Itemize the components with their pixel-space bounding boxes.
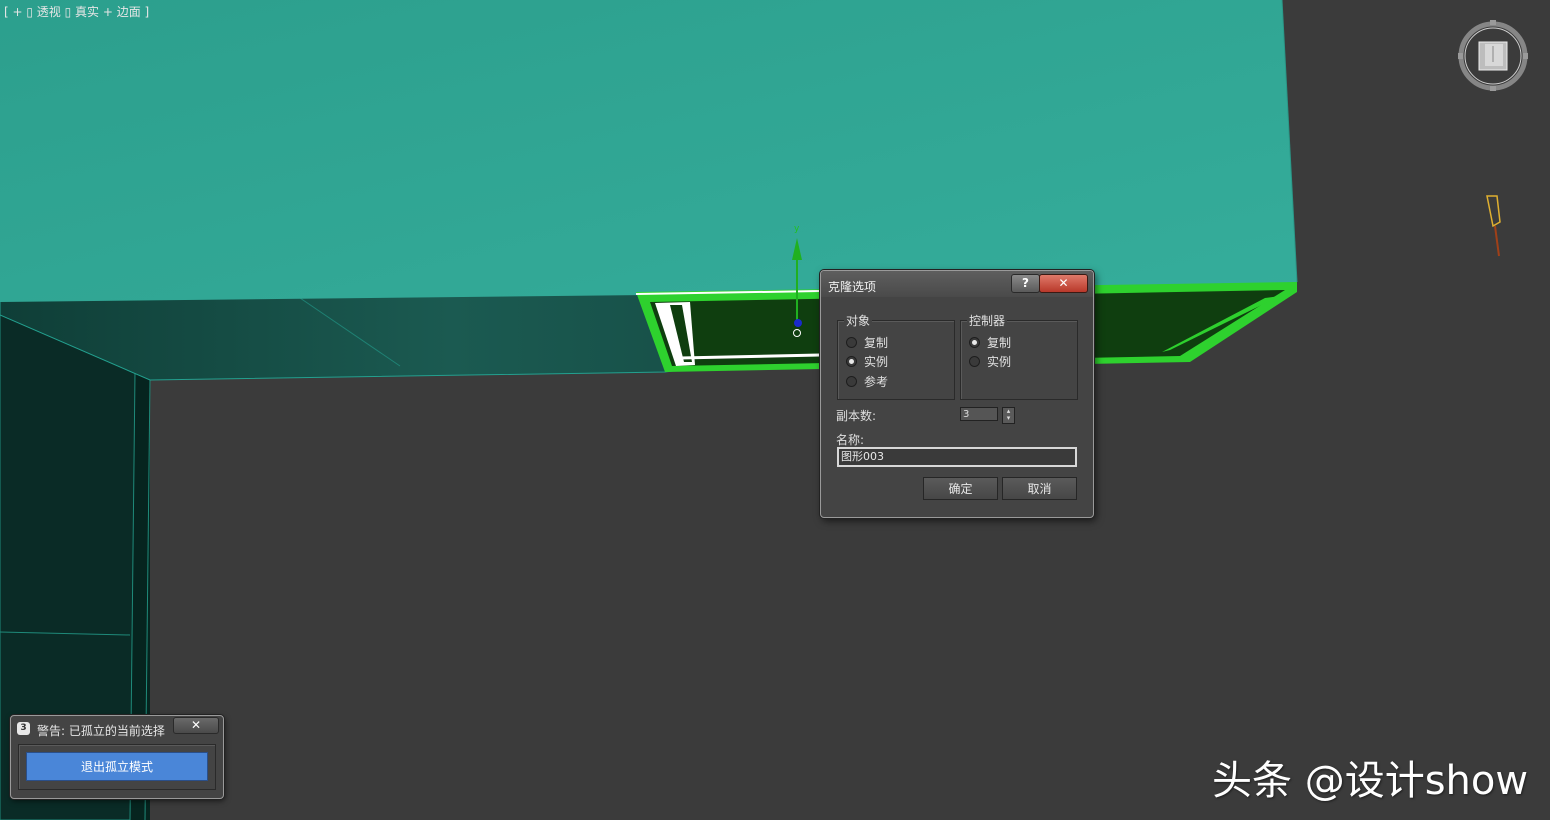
watermark: 头条 @设计show [1212, 758, 1529, 804]
clone-options-dialog: 克隆选项 ? ✕ 对象 复制 实例 参考 控制器 复制 实例 副本数: 3 ▴ ▾… [820, 270, 1094, 518]
copies-label: 副本数: [836, 409, 877, 423]
radio-label: 实例 [987, 354, 1012, 369]
viewcube[interactable] [1458, 20, 1528, 91]
radio-button[interactable] [846, 336, 857, 348]
object-group: 对象 复制 实例 参考 [837, 312, 955, 400]
small-object [1486, 195, 1501, 228]
name-label: 名称: [836, 433, 865, 447]
radio-button[interactable] [846, 375, 857, 387]
app-logo-icon: 3 [17, 722, 30, 735]
radio-button-selected[interactable] [969, 336, 980, 348]
radio-object-copy[interactable]: 复制 [846, 334, 888, 350]
radio-object-instance[interactable]: 实例 [846, 353, 888, 369]
name-input[interactable]: 图形003 [837, 447, 1077, 467]
radio-button-selected[interactable] [846, 355, 857, 367]
exit-isolation-button[interactable]: 退出孤立模式 [26, 752, 208, 781]
radio-controller-copy[interactable]: 复制 [969, 334, 1011, 350]
copies-spinner[interactable]: ▴ ▾ [1002, 407, 1015, 424]
help-button[interactable]: ? [1011, 274, 1040, 293]
radio-label: 参考 [864, 374, 889, 389]
controller-group: 控制器 复制 实例 [960, 312, 1078, 400]
dialog-title: 克隆选项 [828, 280, 877, 294]
radio-button[interactable] [969, 355, 980, 367]
scene-canvas: y [0, 0, 1528, 820]
warning-close-button[interactable]: ✕ [173, 717, 219, 734]
viewport-label[interactable]: [ + ▯ 透视 ▯ 真实 + 边面 ] [4, 3, 149, 20]
radio-controller-instance[interactable]: 实例 [969, 353, 1011, 369]
gizmo-y-label: y [794, 224, 800, 234]
dialog-titlebar[interactable]: 克隆选项 ? ✕ [821, 271, 1093, 297]
object-group-title: 对象 [844, 312, 873, 329]
warning-title: 警告: 已孤立的当前选择 [37, 724, 165, 738]
copies-input[interactable]: 3 [960, 407, 998, 421]
close-button[interactable]: ✕ [1039, 274, 1088, 293]
teal-box-top [0, 0, 1297, 302]
radio-label: 复制 [864, 335, 889, 350]
radio-object-reference[interactable]: 参考 [846, 373, 888, 389]
radio-label: 实例 [864, 354, 889, 369]
gizmo-pivot [794, 319, 802, 327]
controller-group-title: 控制器 [967, 312, 1008, 329]
isolation-warning-panel: 3 警告: 已孤立的当前选择 ✕ 退出孤立模式 [10, 715, 224, 799]
radio-label: 复制 [987, 335, 1012, 350]
ok-button[interactable]: 确定 [923, 477, 998, 500]
warning-button-box: 退出孤立模式 [18, 744, 216, 790]
cancel-button[interactable]: 取消 [1002, 477, 1077, 500]
viewport-3d[interactable]: y [ + ▯ 透视 ▯ 真实 + 边面 ] [0, 0, 1550, 820]
